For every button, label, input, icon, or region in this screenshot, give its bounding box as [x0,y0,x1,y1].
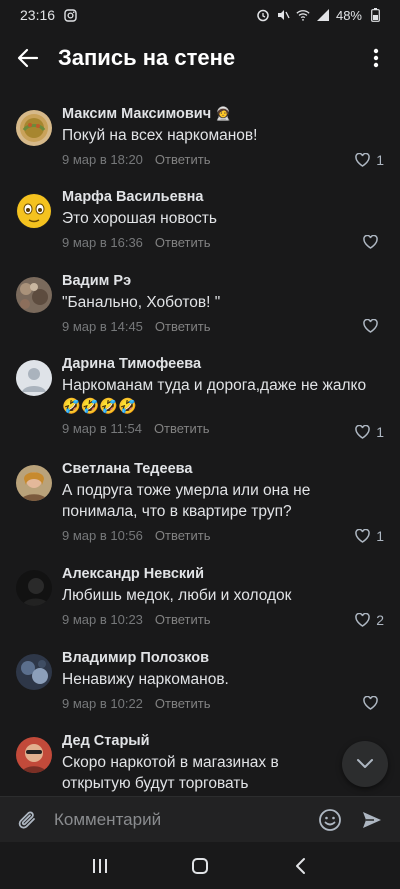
more-vertical-icon [373,48,379,68]
name-emoji: 🧑‍🚀 [215,106,232,121]
avatar[interactable] [16,737,52,773]
emoji-button[interactable] [310,797,350,843]
like-count: 1 [376,152,384,168]
heart-icon [363,319,378,333]
heart-icon [363,696,378,710]
reply-button[interactable]: Ответить [155,528,211,543]
arrow-left-icon [17,48,39,68]
back-button[interactable] [0,30,56,86]
recent-apps-icon [93,858,107,873]
battery-icon [368,8,382,22]
heart-icon [355,153,370,167]
status-time: 23:16 [20,7,56,23]
smile-icon [319,808,341,831]
comment-text: Наркоманам туда и дорога,даже не жалко [62,377,367,394]
reply-button[interactable]: Ответить [155,235,211,250]
comment-date: 9 мар в 10:56 [62,527,143,543]
comment-date: 9 мар в 18:20 [62,151,143,167]
comment-text: А подруга тоже умерла или она не понимал… [62,482,311,520]
like-button[interactable]: 1 [355,424,384,440]
more-button[interactable] [352,30,400,86]
comment-composer [0,796,400,842]
like-count: 2 [376,612,384,628]
reply-button[interactable]: Ответить [154,421,210,436]
comment-emojis: 🤣🤣🤣🤣 [62,398,137,415]
like-count: 1 [376,424,384,440]
comment-date: 9 мар в 16:36 [62,234,143,250]
recent-apps-button[interactable] [70,842,130,889]
paperclip-icon [18,811,35,829]
comment-text: Это хорошая новость [62,210,217,227]
comment-date: 9 мар в 10:23 [62,611,143,627]
reply-button[interactable]: Ответить [155,319,211,334]
comment-author[interactable]: Марфа Васильевна [62,187,388,207]
avatar[interactable] [16,465,52,501]
avatar[interactable] [16,277,52,313]
reply-button[interactable]: Ответить [155,696,211,711]
scroll-down-button[interactable] [342,741,388,787]
comment-input[interactable] [54,809,310,830]
comment-text: Скоро наркотой в магазинах в открытую бу… [62,754,279,792]
comment-author[interactable]: Дед Старый [62,731,342,751]
reply-button[interactable]: Ответить [155,612,211,627]
signal-icon [316,8,330,22]
like-button[interactable]: 2 [355,612,384,628]
status-bar: 23:16 48% [0,0,400,30]
send-button[interactable] [350,797,394,843]
comment-date: 9 мар в 11:54 [62,420,142,436]
comment-author[interactable]: Александр Невский [62,564,388,584]
mute-icon [276,8,290,22]
heart-icon [355,425,370,439]
like-button[interactable] [363,235,384,249]
reply-button[interactable]: Ответить [155,152,211,167]
chevron-down-icon [357,759,373,768]
heart-icon [355,529,370,543]
comment-text: Покуй на всех наркоманов! [62,127,258,144]
comment-text: Ненавижу наркоманов. [62,671,229,688]
send-icon [363,811,381,828]
home-icon [192,857,208,874]
heart-icon [355,613,370,627]
attach-button[interactable] [0,797,54,843]
comment-text: Любишь медок, люби и холодок [62,587,292,604]
system-nav-bar [0,842,400,889]
like-button[interactable]: 1 [355,152,384,168]
wifi-icon [296,8,310,22]
page-title: Запись на стене [58,45,236,70]
app-header: Запись на стене [0,30,400,86]
instagram-icon [63,8,77,22]
like-button[interactable]: 1 [355,528,384,544]
alarm-icon [256,8,270,22]
avatar[interactable] [16,654,52,690]
comment-author[interactable]: Дарина Тимофеева [62,354,388,374]
comment-date: 9 мар в 10:22 [62,695,143,711]
like-count: 1 [376,528,384,544]
chevron-left-icon [296,857,305,874]
comment-author[interactable]: Светлана Тедеева [62,459,388,479]
like-button[interactable] [363,696,384,710]
like-button[interactable] [363,319,384,333]
comment-author[interactable]: Владимир Полозков [62,648,388,668]
avatar[interactable] [16,110,52,146]
comment-author[interactable]: Максим Максимович [62,106,211,122]
avatar[interactable] [16,360,52,396]
avatar[interactable] [16,570,52,606]
system-back-button[interactable] [270,842,330,889]
avatar[interactable] [16,193,52,229]
comment-list: Максим Максимович 🧑‍🚀 Покуй на всех нарк… [0,96,400,796]
comment-author[interactable]: Вадим Рэ [62,271,388,291]
heart-icon [363,235,378,249]
comment-date: 9 мар в 14:45 [62,318,143,334]
battery-level: 48% [335,7,362,23]
comment-text: "Банально, Хоботов! " [62,294,221,311]
home-button[interactable] [170,842,230,889]
